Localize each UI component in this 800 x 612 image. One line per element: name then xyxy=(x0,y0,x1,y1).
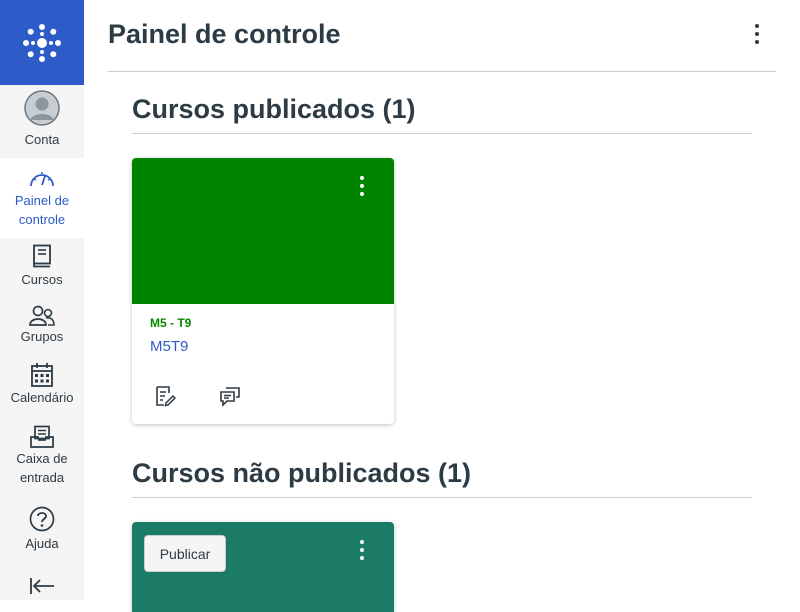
page-title: Painel de controle xyxy=(108,19,341,49)
nav-groups[interactable]: Grupos xyxy=(0,305,84,351)
nav-inbox-label-2: entrada xyxy=(19,470,65,485)
nav-calendar[interactable]: Calendário xyxy=(0,362,84,412)
nav-dashboard-label-2: controle xyxy=(18,212,66,227)
global-nav: Conta Painel de controle Cursos Grupos C… xyxy=(0,0,84,600)
collapse-arrow-icon xyxy=(30,578,54,594)
nav-account[interactable]: Conta xyxy=(0,90,84,158)
course-card-hero[interactable] xyxy=(132,158,394,304)
course-card-unpublished[interactable]: Publicar xyxy=(132,522,394,612)
course-card-options-button-unpublished[interactable] xyxy=(352,540,372,566)
nav-calendar-label: Calendário xyxy=(10,390,74,405)
groups-icon xyxy=(29,305,55,326)
unpublished-divider xyxy=(132,497,752,498)
nav-courses-label: Cursos xyxy=(21,272,63,287)
kebab-icon xyxy=(352,176,372,196)
kebab-icon xyxy=(750,24,764,44)
nav-help[interactable]: Ajuda xyxy=(0,506,84,556)
published-courses-heading: Cursos publicados (1) xyxy=(132,94,416,124)
discussions-link[interactable] xyxy=(219,385,241,407)
kebab-icon xyxy=(352,540,372,560)
canvas-logo-icon xyxy=(23,23,61,62)
dashboard-options-button[interactable] xyxy=(750,24,764,50)
discussions-icon xyxy=(220,387,240,407)
publish-button[interactable]: Publicar xyxy=(144,535,226,572)
calendar-icon xyxy=(31,363,53,387)
help-icon xyxy=(29,506,55,532)
course-card-hero-unpublished[interactable]: Publicar xyxy=(132,522,394,612)
nav-collapse-button[interactable] xyxy=(0,576,84,598)
course-name-link[interactable]: M5T9 xyxy=(150,338,188,355)
nav-inbox[interactable]: Caixa de entrada xyxy=(0,425,84,493)
assignments-link[interactable] xyxy=(154,385,177,407)
nav-dashboard-label-1: Painel de xyxy=(14,193,70,208)
unpublished-courses-heading: Cursos não publicados (1) xyxy=(132,458,472,488)
avatar-icon xyxy=(24,90,60,126)
nav-help-label: Ajuda xyxy=(25,536,59,551)
course-card-published[interactable]: M5 - T9 M5T9 xyxy=(132,158,394,424)
nav-groups-label: Grupos xyxy=(20,329,64,344)
assignments-icon xyxy=(156,386,177,407)
published-divider xyxy=(132,133,752,134)
nav-courses[interactable]: Cursos xyxy=(0,244,84,292)
nav-account-label: Conta xyxy=(24,132,60,147)
dashboard-icon xyxy=(30,172,54,187)
canvas-logo[interactable] xyxy=(0,0,84,85)
nav-dashboard[interactable]: Painel de controle xyxy=(0,158,84,238)
course-card-options-button[interactable] xyxy=(352,176,372,202)
inbox-icon xyxy=(30,425,54,448)
nav-inbox-label-1: Caixa de xyxy=(16,451,68,466)
title-divider xyxy=(108,71,776,72)
book-icon xyxy=(33,244,51,268)
course-code: M5 - T9 xyxy=(150,316,192,330)
